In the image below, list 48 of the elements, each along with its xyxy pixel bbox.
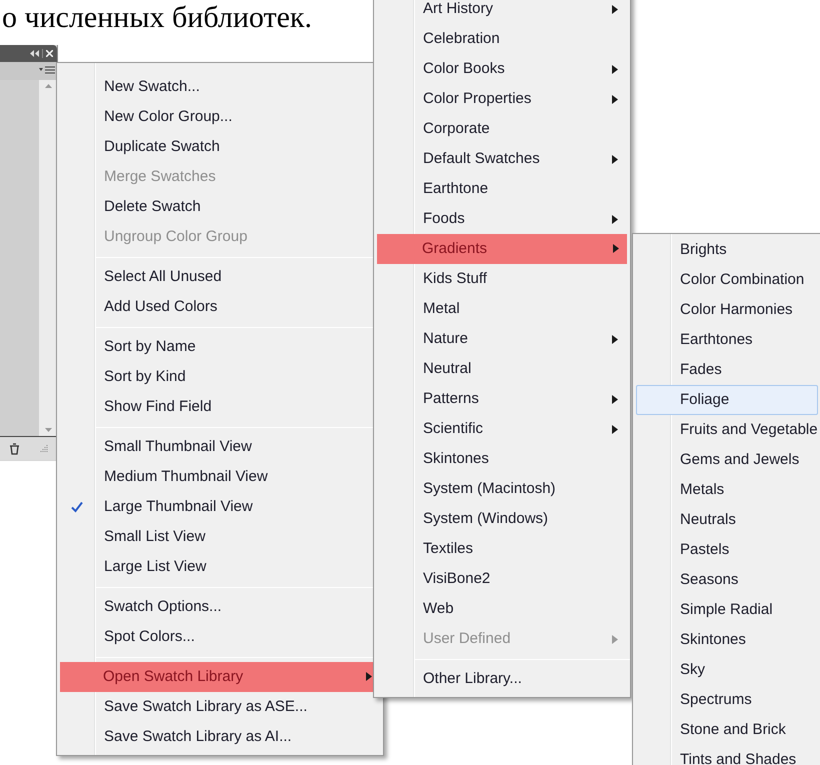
menu-item[interactable]: Celebration [377,24,627,54]
menu-item[interactable]: Earthtone [377,174,627,204]
menu-item[interactable]: Stone and Brick [636,715,818,745]
menu-item[interactable]: Fades [636,355,818,385]
menu-item[interactable]: Web [377,594,627,624]
menu-item[interactable]: Gems and Jewels [636,445,818,475]
close-icon[interactable] [46,50,53,57]
menu-item[interactable]: Foods [377,204,627,234]
menu-item[interactable]: Large Thumbnail View [60,492,380,522]
menu-item[interactable]: Spectrums [636,685,818,715]
menu-item[interactable]: System (Windows) [377,504,627,534]
menu-item[interactable]: Sky [636,655,818,685]
menu-item[interactable]: Foliage [636,385,818,415]
menu-item[interactable]: Textiles [377,534,627,564]
resize-grip-icon[interactable] [39,444,48,453]
menu-item[interactable]: System (Macintosh) [377,474,627,504]
trash-icon[interactable] [9,442,20,454]
menu-item[interactable]: VisiBone2 [377,564,627,594]
page-heading: о численных библиотек. [2,0,312,36]
menu-item[interactable]: Corporate [377,114,627,144]
menu-item[interactable]: Seasons [636,565,818,595]
menu-item[interactable]: Simple Radial [636,595,818,625]
menu-item[interactable]: Kids Stuff [377,264,627,294]
menu-item[interactable]: Default Swatches [377,144,627,174]
menu-item[interactable]: Metal [377,294,627,324]
menu-item[interactable]: Earthtones [636,325,818,355]
menu-item[interactable]: Neutral [377,354,627,384]
menu-item[interactable]: Tints and Shades [636,745,818,765]
menu-item[interactable]: Scientific [377,414,627,444]
menu-item[interactable]: Save Swatch Library as AI... [60,722,380,752]
menu-item[interactable]: Color Harmonies [636,295,818,325]
menu-item[interactable]: Nature [377,324,627,354]
menu-item[interactable]: Other Library... [377,664,627,694]
menu-item[interactable]: Fruits and Vegetable [636,415,818,445]
menu-item[interactable]: Color Properties [377,84,627,114]
menu-item[interactable]: Patterns [377,384,627,414]
menu-item[interactable]: Color Books [377,54,627,84]
menu-item[interactable]: Skintones [636,625,818,655]
menu-item[interactable]: Metals [636,475,818,505]
menu-item[interactable]: Art History [377,0,627,24]
menu-item[interactable]: Save Swatch Library as ASE... [60,692,380,722]
menu-item[interactable]: Neutrals [636,505,818,535]
collapse-icon[interactable] [30,50,39,57]
menu-item[interactable]: Color Combination [636,265,818,295]
menu-item[interactable]: Pastels [636,535,818,565]
menu-item[interactable]: Brights [636,235,818,265]
panel-menu-icon[interactable] [39,66,55,76]
menu-item[interactable]: Skintones [377,444,627,474]
